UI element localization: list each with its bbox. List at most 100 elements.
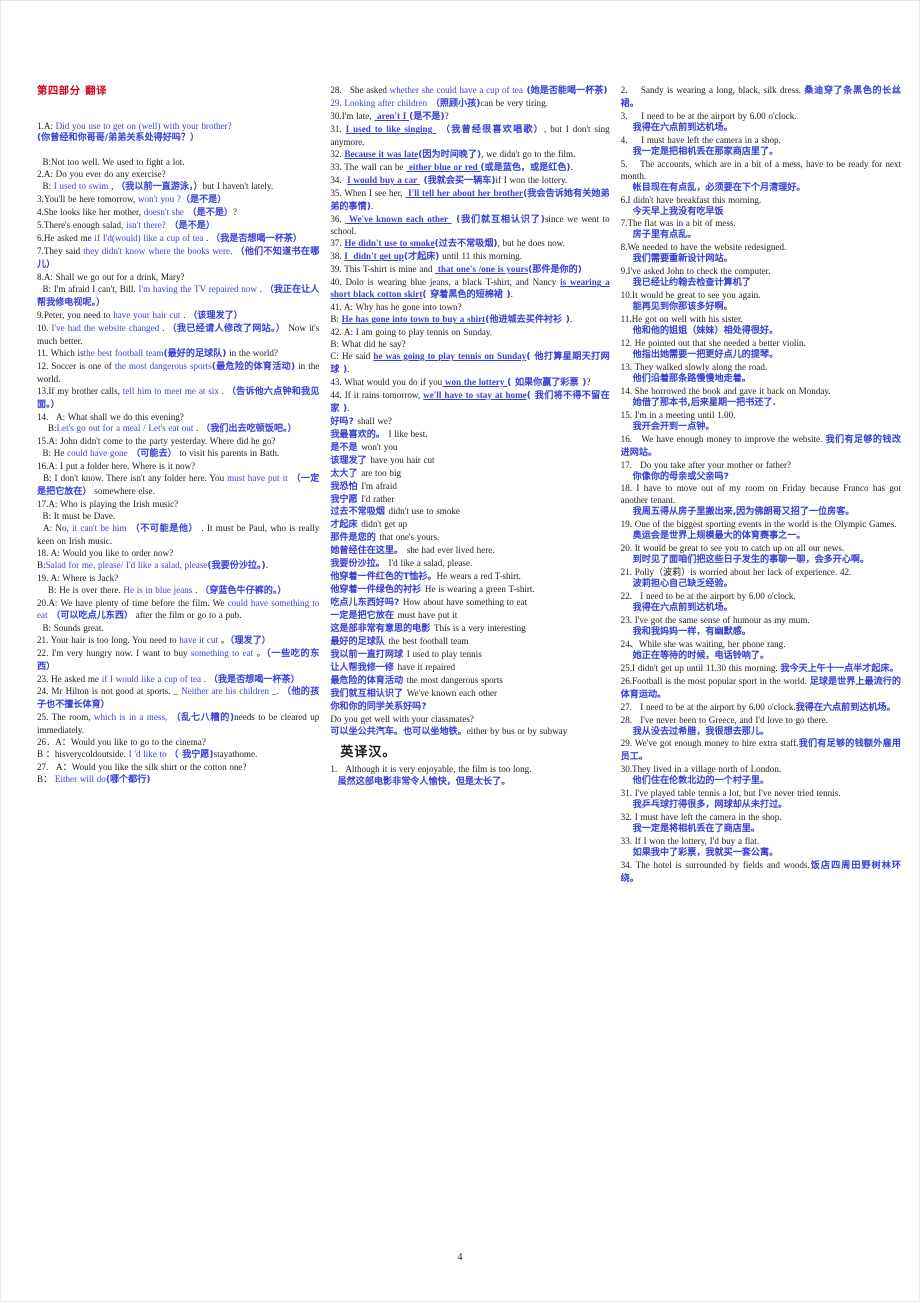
translation-line: 5.There's enough salad, isn't there? （是不…: [37, 220, 215, 232]
vocabulary-line: 他穿着一件红色的T恤衫。He wears a red T-shirt.: [330, 571, 521, 583]
middle-column-vocabulary-list: 好吗? shall we? 我最喜欢的。 I like best. 是不是 won'…: [330, 416, 609, 739]
translation-line: (你曾经和你哥哥/弟弟关系处得好吗？）: [37, 133, 200, 144]
translation-line: B: I'm afraid I can't, Bill. I'm having …: [37, 283, 320, 308]
translation-line: 如果我中了彩票，我就买一套公寓。: [632, 848, 779, 859]
vocabulary-line: 好吗? shall we?: [330, 415, 392, 427]
translation-line: 13. They walked slowly along the road.: [620, 361, 768, 372]
vocabulary-line: 你和你的同学关系好吗?: [330, 701, 427, 712]
vocabulary-line: 她曾经住在这里。 she had ever lived here.: [330, 545, 495, 557]
translation-line: 房子里有点乱。: [632, 230, 697, 241]
translation-line: 30.I'm late, aren't I (是不是)?: [330, 110, 449, 122]
translation-line: 9.I've asked John to check the computer.: [620, 266, 771, 277]
column-left: 第四部分 翻译 1.A: Did you use to get on (well…: [37, 85, 327, 1227]
vocabulary-line: 这是部非常有意思的电影 This is a very interesting: [330, 623, 526, 635]
translation-line: 21. Polly（波莉）is worried about her lack o…: [620, 567, 852, 578]
translation-line: 波莉担心自己缺乏经验。: [632, 579, 733, 590]
translation-line: 8.We needed to have the website redesign…: [620, 242, 787, 253]
vocabulary-line: 可以坐公共汽车。也可以坐地铁。either by bus or by subwa…: [330, 725, 568, 737]
translation-line: B:Let's go out for a meal / Let's eat ou…: [37, 423, 297, 435]
translation-line: B: What did he say?: [330, 339, 406, 350]
translation-line: C: He said he was going to play tennis o…: [330, 351, 610, 375]
translation-line: 32. Because it was late(因为时间晚了), we didn…: [330, 148, 576, 160]
translation-line: A: No, it can't be him （不可能是他） . It must…: [37, 523, 320, 547]
translation-line: 29. We've got enough money to hire extra…: [620, 738, 901, 763]
translation-line: 33. The wall can be either blue or red (…: [330, 161, 573, 173]
vocabulary-line: 我以前一直打网球 I used to play tennis: [330, 648, 482, 660]
vocabulary-line: 吃点儿东西好吗? How about have something to eat: [330, 597, 528, 609]
translation-line: 38. I didn't get up(才起床) until 11 this m…: [330, 251, 522, 263]
vocabulary-line: 才起床 didn't get up: [330, 519, 408, 531]
translation-line: 到时见了面咱们把这些日子发生的事聊一聊，会多开心啊。: [632, 555, 870, 566]
translation-line: 20. It would be great to see you to catc…: [620, 543, 845, 554]
vocabulary-line: 我们就互相认识了 We've known each other: [330, 687, 498, 699]
translation-line: 2. Sandy is wearing a long, black, silk …: [620, 85, 901, 109]
translation-line: 他们住在伦敦北边的一个村子里。: [632, 776, 770, 787]
translation-line: 我和我妈妈一样，有幽默感。: [632, 626, 751, 637]
translation-line: 能再见到你那该多好啊。: [632, 302, 733, 313]
translation-line: B:Salad for me, please/ I'd like a salad…: [37, 559, 268, 571]
translation-line: 今天早上我没有吃早饭: [632, 206, 724, 217]
translation-line: B: It must be Dave.: [37, 511, 116, 522]
translation-line: 4. I must have left the camera in a shop…: [620, 134, 781, 145]
translation-line: 29. Looking after children （照顾小孩)can be …: [330, 97, 548, 109]
vocabulary-line: 他穿着一件绿色的衬衫 He is wearing a green T-shirt…: [330, 584, 535, 596]
translation-line: 18. A: Would you like to order now?: [37, 547, 174, 558]
translation-line: 15.A: John didn't come to the party yest…: [37, 436, 276, 447]
translation-line: 他和他的姐姐（妹妹）相处得很好。: [632, 326, 779, 337]
translation-line: 我开会开到一点钟。: [632, 421, 715, 432]
translation-line: 11.He got on well with his sister.: [620, 314, 743, 325]
translation-line: 1.A: Did you use to get on (well) with y…: [37, 120, 232, 131]
translation-line: 4.She looks like her mother, doesn't she…: [37, 207, 238, 219]
vocabulary-line: 最好的足球队 the best football team: [330, 635, 469, 647]
left-column-body: 1.A: Did you use to get on (well) with y…: [37, 121, 319, 788]
english-to-chinese-title: 英译汉。: [340, 744, 397, 760]
vocabulary-line: 我恐怕 I'm afraid: [330, 480, 397, 492]
middle-column-tail: 1. Although it is very enjoyable, the fi…: [330, 764, 609, 789]
translation-line: 28. I've never been to Greece, and I'd l…: [620, 714, 828, 725]
translation-line: 42. A: I am going to play tennis on Sund…: [330, 327, 493, 338]
translation-line: 1. Although it is very enjoyable, the fi…: [330, 763, 532, 774]
middle-column-questions: 28. She asked whether she could have a c…: [330, 85, 609, 416]
three-column-layout: 第四部分 翻译 1.A: Did you use to get on (well…: [37, 85, 901, 1227]
translation-line: B:Not too well. We used to fight a lot.: [37, 157, 185, 168]
translation-line: 44. If it rains tomorrow, we'll have to …: [330, 389, 610, 414]
translation-line: 26．A：Would you like to go to the cinema?: [37, 737, 206, 748]
translation-line: B： Either will do(哪个都行): [37, 774, 151, 786]
translation-line: 你像你的母亲或父亲吗?: [632, 471, 729, 482]
translation-line: 28. She asked whether she could have a c…: [330, 85, 608, 96]
vocabulary-line: 一定是把它放在 must have put it: [330, 610, 458, 622]
vocabulary-line: 最危险的体育活动 the most dangerous sports: [330, 674, 503, 686]
translation-line: 36. We've known each other (我们就互相认识了)sin…: [330, 213, 610, 237]
translation-line: 14. She borrowed the book and gave it ba…: [620, 385, 831, 396]
translation-line: B: I don't know. There isn't any folder …: [37, 473, 320, 498]
translation-line: 31. I've played table tennis a lot, but …: [620, 788, 841, 799]
column-right: 2. Sandy is wearing a long, black, silk …: [618, 85, 901, 1227]
document-page: 第四部分 翻译 1.A: Did you use to get on (well…: [0, 0, 920, 1302]
translation-line: 32. I must have left the camera in the s…: [620, 812, 782, 823]
section-heading: 第四部分 翻译: [37, 85, 108, 97]
translation-line: 9.Peter, you need to have your hair cut …: [37, 309, 243, 321]
translation-line: 我们需要重新设计网站。: [632, 254, 733, 265]
translation-line: 他们沿着那条路慢慢地走着。: [632, 373, 751, 384]
translation-line: 19. One of the biggest sporting events i…: [620, 519, 897, 530]
vocabulary-line: 过去不常吸烟 didn't use to smoke: [330, 506, 460, 518]
translation-line: 33. If I won the lottery, I'd buy a flat…: [620, 836, 760, 847]
translation-line: 34. The hotel is surrounded by fields an…: [620, 860, 901, 884]
translation-line: 25. The room, which is in a mess, （乱七八糟的…: [37, 712, 320, 736]
translation-line: 帐目现在有点乱，必须要在下个月清理好。: [632, 182, 806, 193]
translation-line: 我一定是把相机丢在那家商店里了。: [632, 146, 779, 157]
translation-line: 19. A: Where is Jack?: [37, 572, 119, 583]
translation-line: 20.A: We have plenty of time before the …: [37, 597, 320, 621]
translation-line: 21. Your hair is too long. You need to h…: [37, 634, 271, 646]
translation-line: B: I used to swim , （我以前一直游泳，）but I have…: [37, 181, 274, 193]
translation-line: 26.Football is the most popular sport in…: [620, 675, 901, 700]
translation-line: B: He could have gone （可能去） to visit his…: [37, 448, 280, 460]
vocabulary-line: 我宁愿 I'd rather: [330, 493, 395, 505]
vocabulary-line: 是不是 won't you: [330, 441, 398, 453]
translation-line: 16.A: I put a folder here. Where is it n…: [37, 461, 196, 472]
translation-line: 27. I need to be at the airport by 6.00 …: [620, 701, 896, 713]
translation-line: 24、While she was waiting, her phone rang…: [620, 638, 786, 649]
translation-line: 我乒乓球打得很多，网球却从未打过。: [632, 800, 788, 811]
translation-line: 10.It would be great to see you again.: [620, 290, 761, 301]
